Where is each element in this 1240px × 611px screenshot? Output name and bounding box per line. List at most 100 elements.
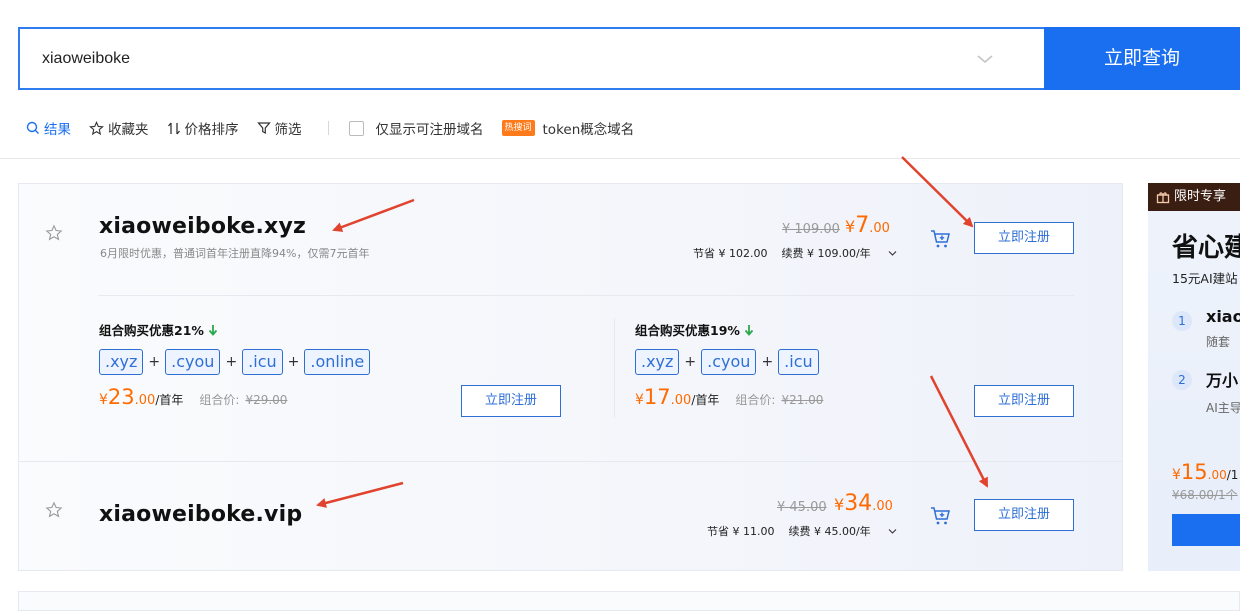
price-currency: ¥ [635, 392, 644, 408]
save-amount: 节省 ¥ 102.00 [693, 247, 768, 260]
bundle-offer-1: 组合购买优惠21% .xyz + .cyou + .icu + .online ¥23… [99, 320, 371, 409]
price-decimal: .00 [670, 393, 692, 408]
price-details: 节省 ¥ 102.00 续费 ¥ 109.00/年 [693, 245, 911, 261]
price-integer: 34 [844, 491, 873, 516]
add-to-cart-icon[interactable] [930, 506, 952, 526]
sale-price: ¥34.00 [834, 491, 893, 516]
tld-tag: .online [304, 349, 371, 375]
search-icon [26, 121, 39, 134]
combo-label: 组合价: [199, 393, 240, 407]
down-arrow-icon [744, 324, 754, 336]
step-number: 1 [1172, 311, 1192, 331]
tld-tag: .xyz [99, 349, 144, 375]
step-number: 2 [1172, 370, 1192, 390]
filter-label: 筛选 [274, 122, 302, 138]
chevron-down-icon [888, 251, 897, 256]
tld-tag: .icu [242, 349, 283, 375]
domain-promo-note: 6月限时优惠，普通词首年注册直降94%，仅需7元首年 [100, 247, 370, 260]
search-input[interactable] [42, 29, 942, 88]
only-available-toggle[interactable]: 仅显示可注册域名 [348, 118, 484, 138]
sort-icon [167, 122, 180, 134]
filter-icon [256, 122, 271, 135]
price-integer: 7 [855, 213, 870, 238]
renew-price[interactable]: 续费 ¥ 45.00/年 [788, 525, 897, 538]
register-button[interactable]: 立即注册 [974, 499, 1074, 531]
tld-tag: .cyou [165, 349, 221, 375]
price-decimal: .00 [134, 393, 156, 408]
price-currency: ¥ [99, 392, 108, 408]
gift-icon [1156, 192, 1170, 204]
price-currency: ¥ [834, 495, 845, 514]
tld-tag: .xyz [635, 349, 680, 375]
step-desc: AI主导 [1206, 401, 1240, 415]
price-unit: /首年 [691, 393, 720, 407]
price-integer: 15 [1180, 460, 1208, 484]
only-available-checkbox[interactable] [348, 120, 364, 136]
next-result-card [18, 591, 1240, 611]
search-box[interactable] [18, 27, 1046, 90]
promo-subtitle: 15元AI建站 [1172, 271, 1238, 286]
bundle-title-text: 组合购买优惠21% [99, 323, 204, 338]
hot-badge: 热搜词 [501, 120, 535, 136]
original-price: ¥ 45.00 [777, 500, 827, 515]
hot-link-label: token概念域名 [542, 122, 635, 138]
result-row-xyz: xiaoweiboke.xyz 6月限时优惠，普通词首年注册直降94%，仅需7元… [19, 184, 1122, 294]
promo-badge-text: 限时专享 [1174, 189, 1227, 204]
register-button[interactable]: 立即注册 [974, 222, 1074, 254]
bundle-register-button[interactable]: 立即注册 [461, 385, 561, 417]
price-unit: /1 [1226, 468, 1239, 482]
price-sort-label: 价格排序 [184, 122, 239, 138]
price-decimal: .00 [869, 221, 890, 236]
step-desc: 随套 [1206, 335, 1231, 349]
price-sort-button[interactable]: 价格排序 [167, 118, 239, 138]
chevron-down-icon[interactable] [975, 51, 995, 67]
domain-name[interactable]: xiaoweiboke.xyz [99, 214, 306, 239]
promo-panel[interactable]: 限时专享 省心建 15元AI建站 1 xiao 随套 2 万小 AI主导 ¥15… [1148, 183, 1240, 571]
step-title: 万小 [1206, 371, 1239, 390]
renew-price-text: 续费 ¥ 45.00/年 [788, 525, 871, 538]
promo-buy-button[interactable] [1172, 514, 1240, 546]
domain-name[interactable]: xiaoweiboke.vip [99, 502, 302, 527]
chevron-down-icon [888, 529, 897, 534]
favorite-star-icon[interactable] [45, 224, 63, 242]
price-currency: ¥ [845, 217, 856, 236]
plus-sign: + [225, 354, 238, 370]
add-to-cart-icon[interactable] [930, 229, 952, 249]
search-button[interactable]: 立即查询 [1044, 27, 1240, 90]
renew-price[interactable]: 续费 ¥ 109.00/年 [781, 247, 897, 260]
price-integer: 17 [643, 385, 671, 409]
bundle-offer-2: 组合购买优惠19% .xyz + .cyou + .icu ¥17.00/首年 组合… [635, 320, 823, 409]
price-decimal: .00 [872, 499, 893, 514]
bundle-tags: .xyz + .cyou + .icu [635, 349, 823, 375]
down-arrow-icon [208, 324, 218, 336]
combo-price: ¥21.00 [781, 393, 824, 407]
save-amount: 节省 ¥ 11.00 [707, 525, 775, 538]
favorites-tab[interactable]: 收藏夹 [89, 118, 149, 138]
bundle-price: ¥17.00/首年 组合价: ¥21.00 [635, 385, 823, 409]
toolbar-separator [0, 158, 1240, 159]
bundle-offers: 组合购买优惠21% .xyz + .cyou + .icu + .online ¥23… [99, 295, 1074, 461]
combo-label: 组合价: [735, 393, 776, 407]
bundle-price: ¥23.00/首年 组合价: ¥29.00 [99, 385, 370, 409]
filter-button[interactable]: 筛选 [256, 118, 302, 138]
toolbar-divider [327, 121, 329, 135]
hot-search-link[interactable]: 热搜词 token概念域名 [501, 118, 635, 138]
results-tab[interactable]: 结果 [26, 118, 71, 138]
promo-title: 省心建 [1172, 233, 1240, 263]
step-title: xiao [1206, 307, 1240, 326]
bundle-title: 组合购买优惠21% [99, 320, 370, 339]
bundle-title: 组合购买优惠19% [635, 320, 823, 339]
bundle-register-button[interactable]: 立即注册 [974, 385, 1074, 417]
only-available-label: 仅显示可注册域名 [375, 122, 484, 138]
favorite-star-icon[interactable] [45, 501, 63, 519]
price-currency: ¥ [1172, 467, 1181, 483]
price-decimal: .00 [1207, 468, 1227, 482]
bundle-divider [614, 318, 615, 418]
plus-sign: + [684, 354, 697, 370]
results-label: 结果 [44, 122, 71, 138]
bundle-title-text: 组合购买优惠19% [635, 323, 740, 338]
price-unit: /首年 [155, 393, 184, 407]
price-integer: 23 [107, 385, 135, 409]
promo-badge: 限时专享 [1148, 183, 1240, 211]
renew-price-text: 续费 ¥ 109.00/年 [781, 247, 871, 260]
